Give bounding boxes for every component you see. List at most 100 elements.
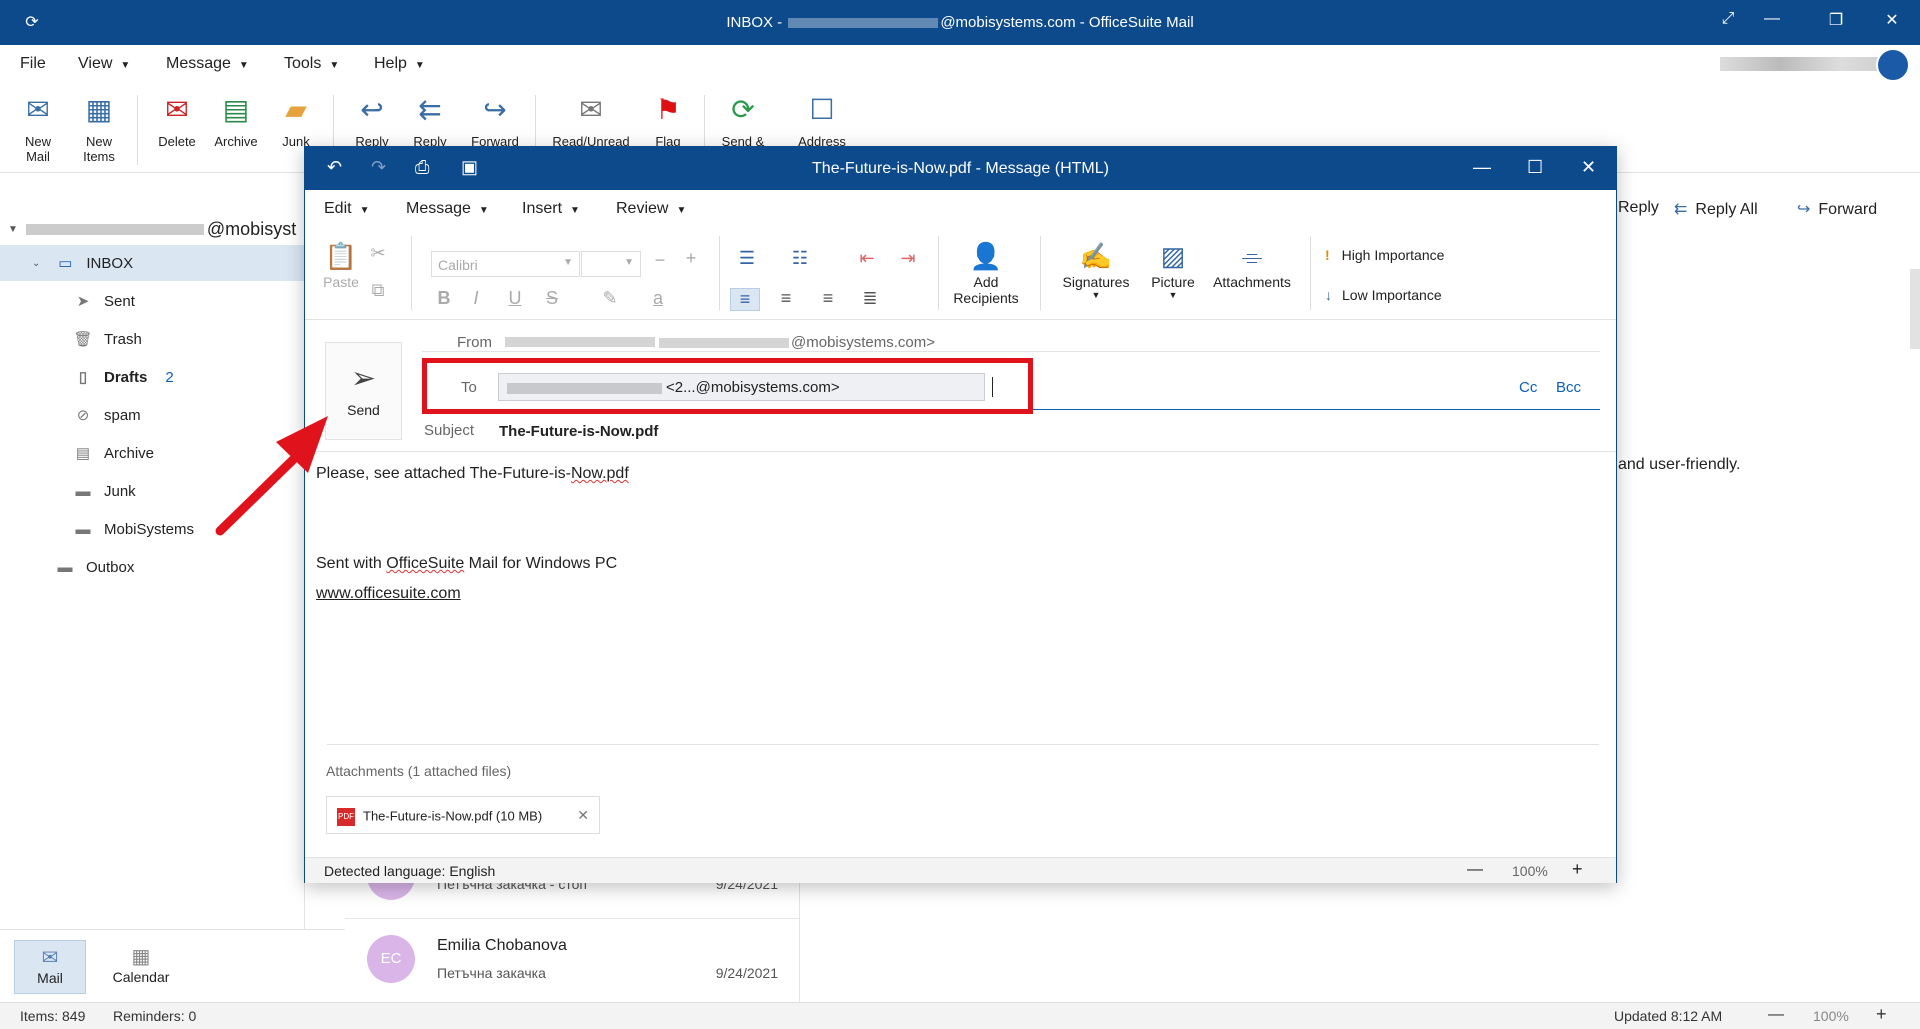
message-body-editor[interactable]: Please, see attached The-Future-is-Now.p… [305, 451, 1616, 751]
calendar-icon: ▦ [131, 946, 151, 968]
from-field[interactable]: @mobisystems.com> [659, 334, 935, 351]
bullets-icon[interactable]: ☰ [732, 248, 762, 269]
paste-button[interactable]: 📋 Paste [323, 240, 359, 290]
folder-drafts[interactable]: ▯ Drafts 2 [0, 359, 305, 395]
high-importance-button[interactable]: ! High Importance [1325, 247, 1444, 263]
increase-indent-icon[interactable]: ⇥ [893, 248, 923, 269]
align-right-icon[interactable]: ≡ [813, 288, 843, 309]
attachments-button[interactable]: ⌯ Attachments [1210, 240, 1294, 290]
font-family-select[interactable]: Calibri ▼ [431, 251, 580, 277]
numbering-icon[interactable]: ☷ [785, 248, 815, 269]
menu-tools[interactable]: Tools ▼ [284, 55, 339, 73]
reading-forward-button[interactable]: ↪ Forward [1797, 199, 1877, 219]
strikethrough-icon[interactable]: S [537, 288, 567, 309]
menu-help[interactable]: Help ▼ [374, 55, 425, 73]
send-receive-button[interactable]: ⟳ Send & [718, 93, 768, 149]
compose-window: ↶ ↷ ⎙ ▣ The-Future-is-Now.pdf - Message … [304, 146, 1617, 883]
blurred-sender-name [505, 337, 655, 347]
menu-edit[interactable]: Edit ▼ [324, 200, 369, 218]
folder-icon: ▬ [75, 520, 91, 538]
menu-message[interactable]: Message ▼ [406, 200, 489, 218]
bold-icon[interactable]: B [429, 288, 459, 309]
folder-sent[interactable]: ➤ Sent [0, 283, 305, 319]
scrollbar[interactable] [1910, 269, 1920, 349]
increase-font-icon[interactable]: + [676, 248, 706, 269]
underline-icon[interactable]: U [500, 288, 530, 309]
nav-mail[interactable]: ✉ Mail [14, 940, 86, 994]
menu-review[interactable]: Review ▼ [616, 200, 686, 218]
compose-status-bar: Detected language: English — 100% + [305, 857, 1616, 883]
menu-message[interactable]: Message ▼ [166, 55, 249, 73]
flag-button[interactable]: ⚑ Flag [648, 93, 688, 149]
reading-reply-all-button[interactable]: ⇇ Reply All [1674, 199, 1758, 219]
chevron-down-icon: ▼ [563, 257, 573, 268]
menu-insert[interactable]: Insert ▼ [522, 200, 580, 218]
menu-file[interactable]: File [20, 55, 46, 73]
new-mail-button[interactable]: ✉ New Mail [18, 93, 58, 164]
read-unread-button[interactable]: ✉ Read/Unread [550, 93, 632, 149]
junk-folder-icon: ▰ [285, 94, 307, 125]
fullscreen-icon[interactable]: ⤢ [1716, 10, 1740, 28]
list-item[interactable]: EC Emilia Chobanova Петъчна закачка 9/24… [345, 918, 800, 1000]
compose-title: The-Future-is-Now.pdf - Message (HTML) [812, 160, 1109, 177]
attachment-chip[interactable]: PDF The-Future-is-Now.pdf (10 MB) ✕ [326, 796, 600, 834]
copy-icon[interactable]: ⧉ [363, 280, 393, 301]
signatures-button[interactable]: ✍ Signatures ▼ [1061, 240, 1131, 300]
zoom-out-icon[interactable]: — [1768, 1006, 1784, 1024]
address-book-button[interactable]: ☐ Address [790, 93, 854, 149]
delete-button[interactable]: ✉ Delete [152, 93, 202, 149]
reply-button[interactable]: ↩ Reply [350, 93, 394, 149]
compose-title-bar: ↶ ↷ ⎙ ▣ The-Future-is-Now.pdf - Message … [305, 147, 1616, 190]
decrease-indent-icon[interactable]: ⇤ [852, 248, 882, 269]
highlight-icon[interactable]: ✎ [595, 288, 625, 309]
font-color-icon[interactable]: a [643, 288, 673, 309]
picture-button[interactable]: ▨ Picture ▼ [1145, 240, 1201, 300]
menu-view[interactable]: View ▼ [78, 55, 130, 73]
nav-calendar[interactable]: ▦ Calendar [104, 940, 178, 994]
add-recipients-button[interactable]: 👤 Add Recipients [951, 240, 1021, 306]
folder-inbox[interactable]: ⌄ ▭ INBOX [0, 245, 305, 281]
archive-button[interactable]: ▤ Archive [210, 93, 262, 149]
decrease-font-icon[interactable]: − [645, 250, 675, 271]
window-title: INBOX - @mobisystems.com - OfficeSuite M… [726, 14, 1194, 31]
zoom-out-icon[interactable]: — [1467, 861, 1483, 879]
restore-icon[interactable]: ❐ [1824, 10, 1848, 30]
low-importance-button[interactable]: ↓ Low Importance [1325, 287, 1442, 303]
align-center-icon[interactable]: ≡ [771, 288, 801, 309]
drafts-icon: ▯ [78, 369, 88, 386]
forward-button[interactable]: ↪ Forward [465, 93, 525, 149]
bcc-button[interactable]: Bcc [1556, 379, 1581, 396]
chevron-down-icon: ▼ [478, 205, 489, 216]
close-icon[interactable]: ✕ [1581, 157, 1596, 178]
justify-icon[interactable]: ≣ [855, 288, 885, 309]
signature-link[interactable]: www.officesuite.com [316, 585, 461, 603]
font-size-select[interactable]: ▼ [581, 251, 641, 277]
italic-icon[interactable]: I [461, 288, 491, 309]
minimize-icon[interactable]: — [1760, 10, 1784, 28]
reply-all-button[interactable]: ⇇ Reply [408, 93, 452, 149]
folder-trash[interactable]: 🗑 Trash [0, 321, 305, 357]
remove-attachment-icon[interactable]: ✕ [577, 807, 589, 824]
junk-button[interactable]: ▰ Junk [274, 93, 318, 149]
chevron-down-icon: ▼ [624, 257, 634, 268]
cut-icon[interactable]: ✂ [363, 243, 393, 264]
folder-outbox[interactable]: ▬ Outbox [0, 549, 305, 585]
account-root[interactable]: ▼ @mobisyst [8, 211, 313, 247]
avatar: EC [367, 935, 415, 983]
close-icon[interactable]: ✕ [1880, 10, 1904, 30]
trash-icon: 🗑 [73, 331, 93, 348]
subject-field[interactable]: The-Future-is-Now.pdf [499, 423, 658, 440]
zoom-in-icon[interactable]: + [1876, 1004, 1887, 1025]
align-left-icon[interactable]: ≡ [730, 288, 760, 311]
ribbon-divider [719, 236, 720, 310]
zoom-in-icon[interactable]: + [1572, 859, 1583, 880]
reading-reply-button[interactable]: Reply [1618, 199, 1659, 217]
cc-button[interactable]: Cc [1519, 379, 1537, 396]
minimize-icon[interactable]: — [1473, 157, 1491, 178]
new-items-button[interactable]: ▦ New Items [74, 93, 124, 164]
chevron-down-icon: ▼ [414, 60, 425, 71]
maximize-icon[interactable]: ☐ [1527, 157, 1543, 178]
low-importance-icon: ↓ [1325, 287, 1332, 303]
avatar[interactable] [1876, 48, 1910, 82]
highlight-box [422, 358, 1033, 414]
